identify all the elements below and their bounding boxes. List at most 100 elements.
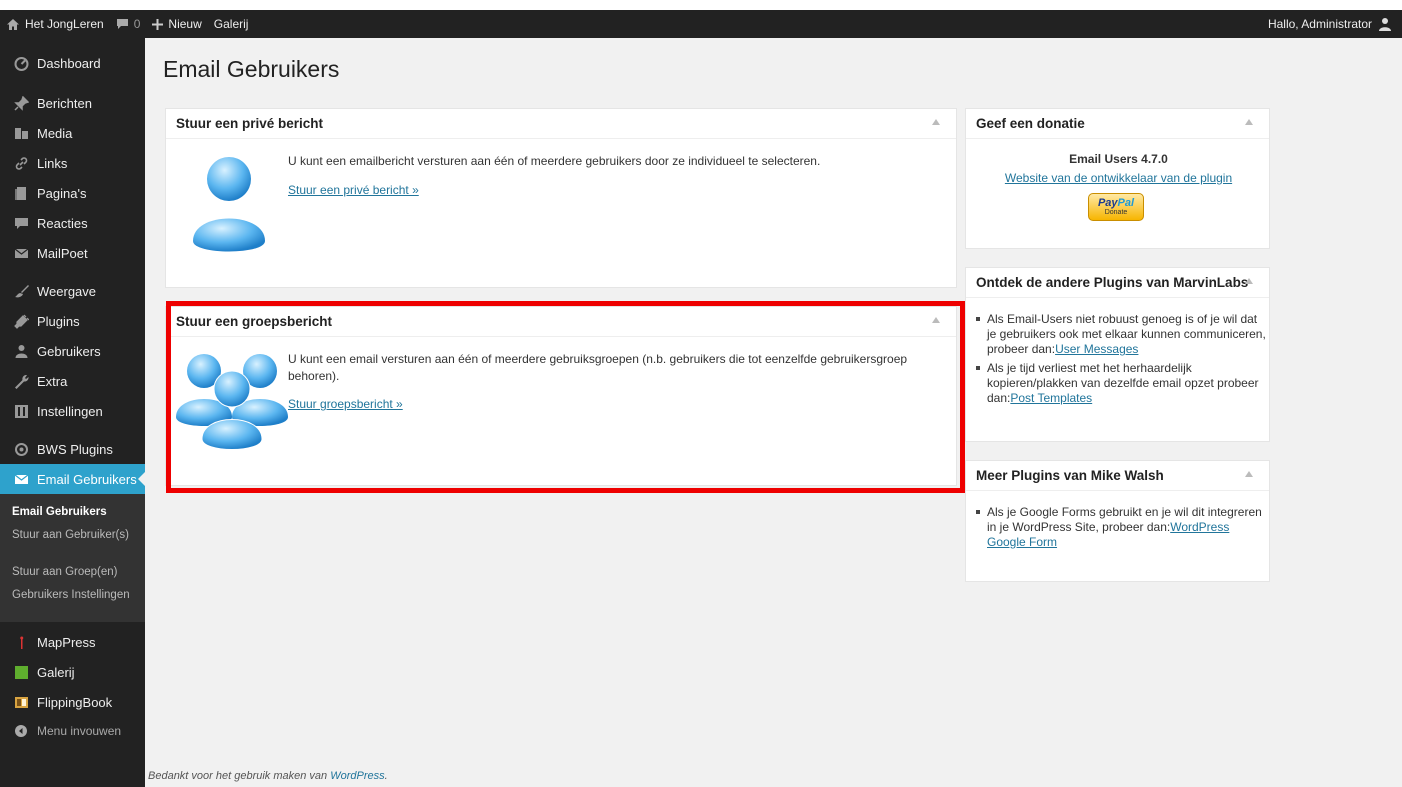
bws-icon [12,440,30,458]
sidebar-item-label: Galerij [37,664,75,680]
submenu-item-email-gebruikers[interactable]: Email Gebruikers [12,506,140,519]
main-content: Email Gebruikers Stuur een privé bericht… [145,38,1402,787]
sidebar-item-label: Menu invouwen [37,724,122,738]
sidebar-item-reacties[interactable]: Reacties [0,208,145,238]
sidebar-item-label: Email Gebruikers [37,471,137,487]
marvinlabs-plugins-box: Ontdek de andere Plugins van MarvinLabs … [965,267,1270,442]
footer-text: Bedankt voor het gebruik maken van WordP… [148,770,388,782]
sidebar-item-label: Gebruikers [37,343,101,359]
sidebar-item-weergave[interactable]: Weergave [0,276,145,306]
brush-icon [12,282,30,300]
sidebar-item-flippingbook[interactable]: FlippingBook [0,687,145,717]
sidebar-item-label: MapPress [37,634,96,650]
sidebar-item-mailpoet[interactable]: MailPoet [0,238,145,268]
group-message-box: Stuur een groepsbericht U kunt een email… [165,306,957,486]
page-icon [12,184,30,202]
sidebar-item-label: Reacties [37,215,88,231]
send-group-message-link[interactable]: Stuur groepsbericht » [288,397,403,411]
sidebar-item-gebruikers[interactable]: Gebruikers [0,336,145,366]
mike-walsh-plugins-box: Meer Plugins van Mike Walsh Als je Googl… [965,460,1270,582]
link-icon [12,154,30,172]
donate-box-title: Geef een donatie [966,109,1269,139]
book-icon [12,693,30,711]
sidebar-item-instellingen[interactable]: Instellingen [0,396,145,426]
marvinlabs-box-title: Ontdek de andere Plugins van MarvinLabs [966,268,1269,298]
paypal-pay: Pay [1097,196,1118,209]
list-item: Als je tijd verliest met het herhaardeli… [976,361,1266,406]
sidebar-item-label: MailPoet [37,245,88,261]
sidebar-item-label: Plugins [37,313,80,329]
toggle-icon[interactable] [1245,119,1253,125]
toggle-icon[interactable] [1245,278,1253,284]
paypal-donate-button[interactable]: PayPal Donate [1088,193,1144,221]
collapse-menu-button[interactable]: Menu invouwen [0,716,145,746]
wrench-icon [12,372,30,390]
group-avatar-icon [176,354,288,450]
site-name: Het JongLeren [25,17,104,31]
submenu-item-label: Gebruikers Instellingen [12,589,130,601]
pin-icon [12,94,30,112]
sidebar-item-extra[interactable]: Extra [0,366,145,396]
new-label: Nieuw [168,17,202,31]
submenu-item-gebruikers-instellingen[interactable]: Gebruikers Instellingen [12,589,140,602]
settings-icon [12,402,30,420]
sidebar-item-media[interactable]: Media [0,118,145,148]
users-icon [12,342,30,360]
list-item: Als je Google Forms gebruikt en je wil d… [976,505,1266,550]
private-message-box: Stuur een privé bericht U kunt een email… [165,108,957,288]
my-account-menu[interactable]: Hallo, Administrator [1262,10,1402,38]
toggle-icon[interactable] [932,317,940,323]
sidebar-item-label: Pagina's [37,185,87,201]
wordpress-link[interactable]: WordPress [330,770,384,782]
user-avatar-icon [193,157,265,252]
sidebar-item-label: Instellingen [37,403,103,419]
comment-icon [116,19,128,29]
submenu-item-stuur-aan-groepen[interactable]: Stuur aan Groep(en) [12,566,140,579]
sidebar-item-email-gebruikers[interactable]: Email Gebruikers [0,464,146,494]
sidebar-item-links[interactable]: Links [0,148,145,178]
toggle-icon[interactable] [932,119,940,125]
private-message-description: U kunt een emailbericht versturen aan éé… [288,154,821,168]
sidebar-item-paginas[interactable]: Pagina's [0,178,145,208]
sidebar-item-label: Media [37,125,73,141]
gallery-menu[interactable]: Galerij [208,10,255,38]
gallery-label: Galerij [213,17,249,31]
sidebar-item-label: FlippingBook [37,694,113,710]
sidebar-item-plugins[interactable]: Plugins [0,306,145,336]
greeting: Hallo, Administrator [1267,17,1372,31]
post-templates-link[interactable]: Post Templates [1010,391,1092,405]
toggle-icon[interactable] [1245,471,1253,477]
send-private-message-link[interactable]: Stuur een privé bericht » [288,183,419,197]
donate-label: Donate [1104,208,1128,216]
comments-count: 0 [133,17,141,31]
admin-sidebar: Dashboard Berichten Media Links Pagina's… [0,38,146,787]
sidebar-item-galerij[interactable]: Galerij [0,657,145,687]
sidebar-item-bws-plugins[interactable]: BWS Plugins [0,434,145,464]
donate-box: Geef een donatie Email Users 4.7.0 Websi… [965,108,1270,249]
user-icon [1379,18,1391,31]
paypal-logo: PayPal [1097,196,1135,209]
sidebar-item-berichten[interactable]: Berichten [0,88,145,118]
page-title: Email Gebruikers [163,56,340,82]
email-users-submenu: Email Gebruikers Stuur aan Gebruiker(s) … [0,494,145,622]
mail-icon [12,244,30,262]
sidebar-item-dashboard[interactable]: Dashboard [0,48,145,78]
submenu-item-label: Stuur aan Gebruiker(s) [12,529,129,541]
envelope-icon [12,470,30,488]
site-name-menu[interactable]: Het JongLeren [0,10,110,38]
comment-icon [12,214,30,232]
plus-icon [152,18,164,30]
list-item: Als Email-Users niet robuust genoeg is o… [976,312,1266,357]
sidebar-item-label: Weergave [37,283,97,299]
comments-menu[interactable]: 0 [110,10,147,38]
new-content-menu[interactable]: Nieuw [146,10,207,38]
sidebar-item-mappress[interactable]: MapPress [0,627,145,657]
user-messages-link[interactable]: User Messages [1055,342,1138,356]
collapse-icon [12,722,30,740]
submenu-item-stuur-aan-gebruikers[interactable]: Stuur aan Gebruiker(s) [12,529,140,542]
developer-website-link[interactable]: Website van de ontwikkelaar van de plugi… [966,171,1271,185]
private-message-box-title: Stuur een privé bericht [166,109,956,139]
paypal-pal: Pal [1117,196,1135,209]
sidebar-item-label: Extra [37,373,68,389]
map-pin-icon [12,633,30,651]
